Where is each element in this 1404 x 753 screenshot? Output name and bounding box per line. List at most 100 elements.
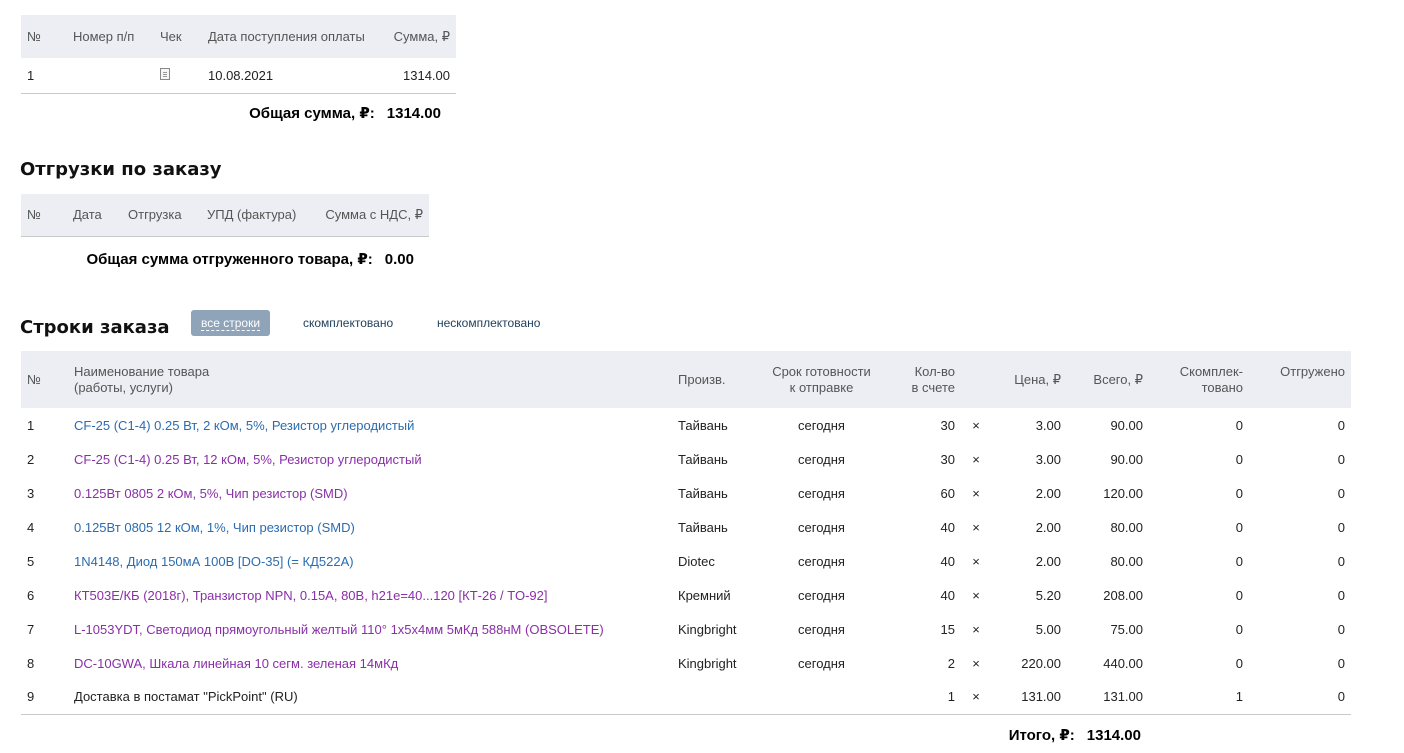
row-total: 120.00 (1103, 485, 1143, 501)
col-maker: Произв. (672, 351, 760, 408)
document-icon[interactable] (160, 67, 170, 80)
row-number: 1 (27, 417, 35, 433)
col-product-name-line2: (работы, услуги) (74, 379, 173, 395)
row-number: 6 (27, 587, 35, 603)
payments-header-row: № Номер п/п Чек Дата поступления оплаты … (21, 15, 456, 58)
col-multiply (961, 351, 991, 408)
row-picked: 1 (1149, 680, 1249, 715)
payments-total-label: Общая сумма, ₽: (249, 105, 375, 122)
row-picked: 0 (1235, 485, 1243, 501)
col-product-name-line1: Наименование товара (74, 363, 210, 379)
order-lines-body: 1 CF-25 (С1-4) 0.25 Вт, 2 кОм, 5%, Резис… (21, 408, 1351, 715)
row-number: 9 (21, 680, 68, 715)
shipments-table: № Дата Отгрузка УПД (фактура) Сумма с НД… (21, 194, 429, 237)
row-maker (672, 680, 760, 715)
col-ready-line1: Срок готовности (772, 363, 871, 379)
row-picked: 0 (1235, 655, 1243, 671)
shipments-total: Общая сумма отгруженного товара, ₽: 0.00 (87, 250, 415, 268)
product-link[interactable]: CF-25 (С1-4) 0.25 Вт, 2 кОм, 5%, Резисто… (74, 418, 414, 433)
row-maker: Kingbright (678, 621, 737, 637)
col-shipped: Отгружено (1249, 351, 1351, 408)
row-total: 75.00 (1110, 621, 1143, 637)
row-qty: 30 (940, 417, 955, 433)
order-lines-table: № Наименование товара (работы, услуги) Пр… (21, 351, 1351, 715)
product-link[interactable]: L-1053YDT, Светодиод прямоугольный желты… (74, 622, 604, 637)
table-row: 5 1N4148, Диод 150мА 100В [DO-35] (= КД5… (21, 544, 1351, 578)
col-qty-line2: в счете (911, 379, 955, 395)
col-sum-vat: Сумма с НДС, ₽ (313, 194, 429, 236)
order-lines-title: Строки заказа (20, 317, 170, 338)
row-picked: 0 (1235, 553, 1243, 569)
row-number: 8 (27, 655, 35, 671)
table-row: 7 L-1053YDT, Светодиод прямоугольный жел… (21, 612, 1351, 646)
row-qty: 2 (947, 655, 955, 671)
row-price: 2.00 (1035, 485, 1061, 501)
multiply-sign: × (972, 519, 980, 535)
row-shipped: 0 (1337, 417, 1345, 433)
row-total: 208.00 (1103, 587, 1143, 603)
row-price: 131.00 (991, 680, 1067, 715)
col-picked: Скомплек-товано (1149, 351, 1249, 408)
order-lines-header-row: № Наименование товара (работы, услуги) Пр… (21, 351, 1351, 408)
payment-number: 1 (21, 58, 67, 94)
row-total: 80.00 (1110, 553, 1143, 569)
multiply-sign: × (972, 485, 980, 501)
product-link[interactable]: 0.125Вт 0805 12 кОм, 1%, Чип резистор (S… (74, 520, 355, 535)
row-qty: 1 (883, 680, 961, 715)
table-row: 6 КТ503Е/КБ (2018г), Транзистор NPN, 0.1… (21, 578, 1351, 612)
row-ready: сегодня (798, 519, 845, 535)
row-qty: 60 (940, 485, 955, 501)
col-shipment: Отгрузка (122, 194, 201, 236)
row-qty: 40 (940, 553, 955, 569)
row-ready: сегодня (798, 655, 845, 671)
payments-total-value: 1314.00 (386, 105, 441, 122)
col-upd: УПД (фактура) (201, 194, 313, 236)
row-total: 80.00 (1110, 519, 1143, 535)
row-shipped: 0 (1249, 680, 1351, 715)
filter-incomplete-button[interactable]: нескомплектовано (437, 315, 540, 331)
product-link[interactable]: 1N4148, Диод 150мА 100В [DO-35] (= КД522… (74, 554, 354, 569)
row-total: 90.00 (1110, 417, 1143, 433)
col-qty: Кол-во в счете (883, 351, 961, 408)
multiply-sign: × (972, 655, 980, 671)
filter-complete-button[interactable]: скомплектовано (303, 315, 393, 331)
row-maker: Кремний (678, 587, 731, 603)
payments-total: Общая сумма, ₽: 1314.00 (249, 104, 441, 122)
order-total-label: Итого, ₽: (1008, 727, 1075, 744)
row-ready: сегодня (798, 485, 845, 501)
multiply-sign: × (972, 621, 980, 637)
multiply-sign: × (972, 587, 980, 603)
row-picked: 0 (1235, 621, 1243, 637)
product-link[interactable]: 0.125Вт 0805 2 кОм, 5%, Чип резистор (SM… (74, 486, 348, 501)
filter-all-label: все строки (201, 316, 261, 331)
row-total: 131.00 (1067, 680, 1149, 715)
col-product-name: Наименование товара (работы, услуги) (68, 351, 672, 408)
product-link[interactable]: КТ503Е/КБ (2018г), Транзистор NPN, 0.15А… (74, 588, 548, 603)
product-link[interactable]: CF-25 (С1-4) 0.25 Вт, 12 кОм, 5%, Резист… (74, 452, 422, 467)
col-number: № (21, 15, 67, 58)
row-ready (760, 680, 883, 715)
row-price: 2.00 (1035, 553, 1061, 569)
row-shipped: 0 (1337, 451, 1345, 467)
row-number: 2 (27, 451, 35, 467)
row-price: 5.20 (1035, 587, 1061, 603)
shipments-total-value: 0.00 (384, 251, 414, 268)
row-maker: Тайвань (678, 451, 728, 467)
col-check: Чек (154, 15, 202, 58)
product-link[interactable]: DC-10GWA, Шкала линейная 10 сегм. зелена… (74, 656, 398, 671)
col-ready: Срок готовности к отправке (760, 351, 883, 408)
row-maker: Тайвань (678, 485, 728, 501)
row-ready: сегодня (798, 553, 845, 569)
col-picked-line2: товано (1201, 379, 1243, 395)
filter-all-button[interactable]: все строки (191, 310, 271, 336)
row-service-name: Доставка в постамат "PickPoint" (RU) (68, 680, 672, 715)
row-maker: Тайвань (678, 417, 728, 433)
row-shipped: 0 (1337, 519, 1345, 535)
shipments-header-row: № Дата Отгрузка УПД (фактура) Сумма с НД… (21, 194, 429, 236)
col-total: Всего, ₽ (1067, 351, 1149, 408)
multiply-sign: × (972, 417, 980, 433)
payments-table: № Номер п/п Чек Дата поступления оплаты … (21, 15, 456, 94)
table-row: 2 CF-25 (С1-4) 0.25 Вт, 12 кОм, 5%, Рези… (21, 442, 1351, 476)
table-row: 8 DC-10GWA, Шкала линейная 10 сегм. зеле… (21, 646, 1351, 680)
col-number: № (21, 351, 68, 408)
